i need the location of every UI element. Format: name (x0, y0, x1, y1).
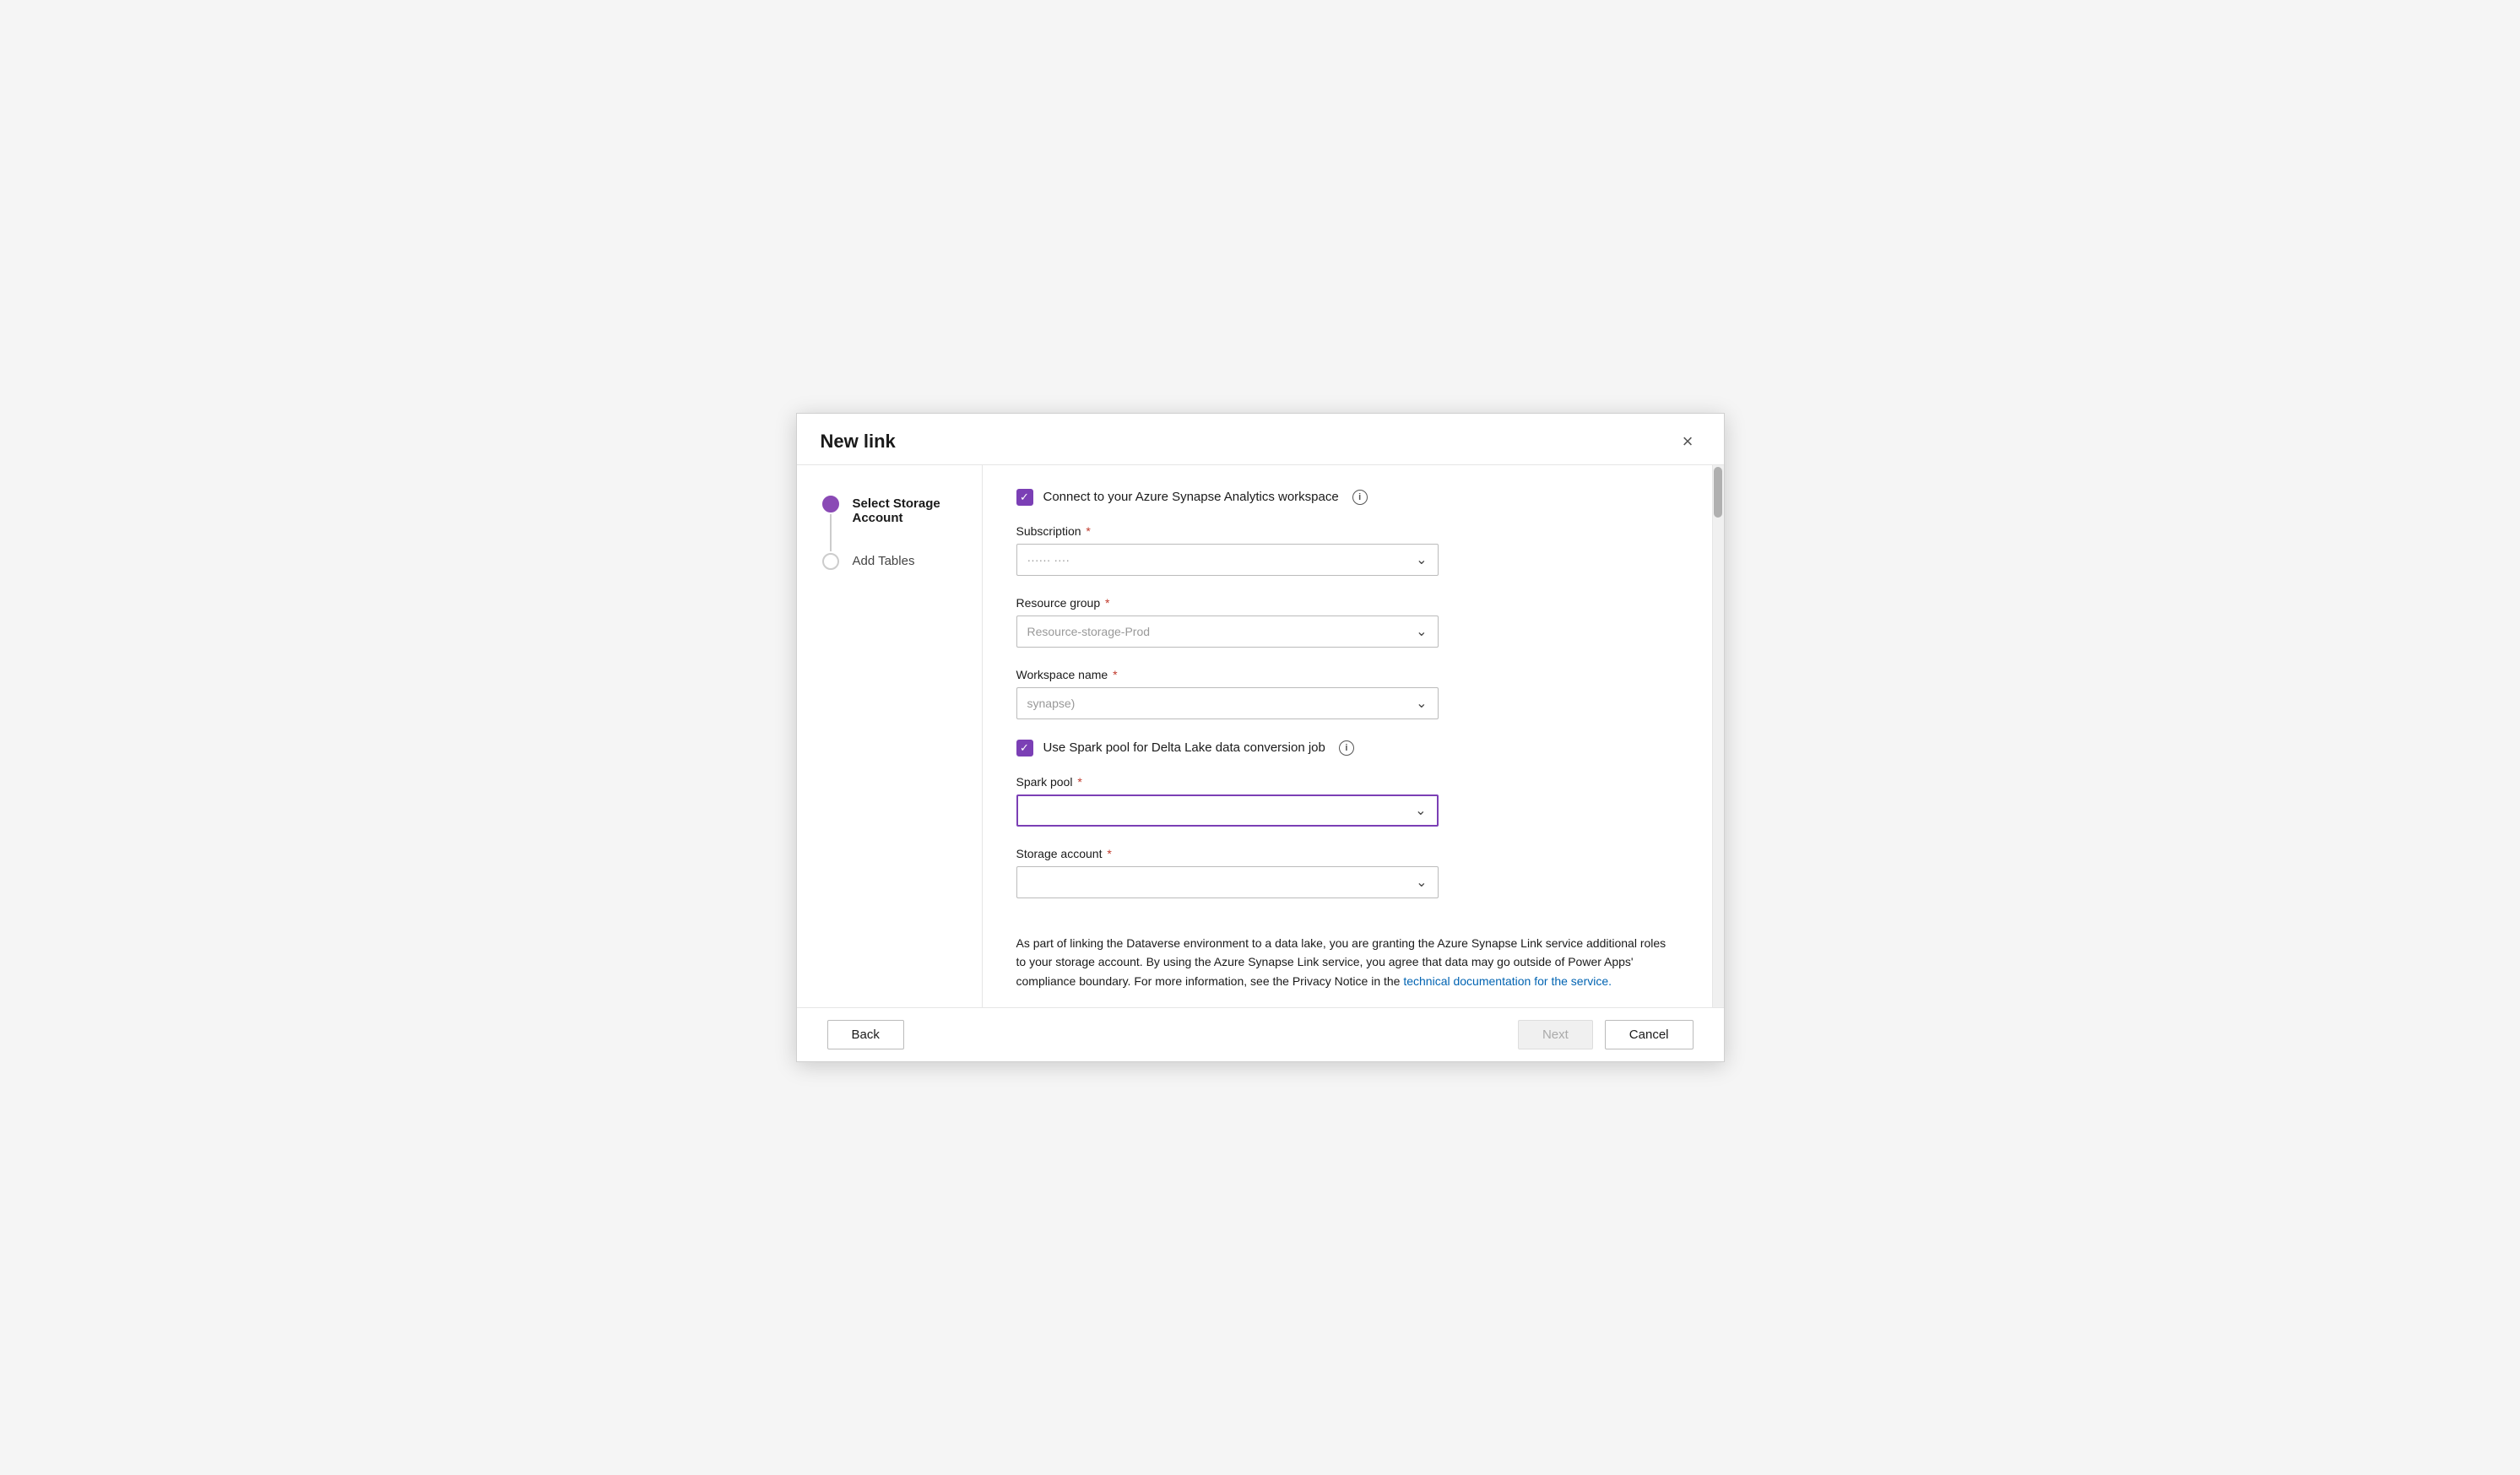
storage-account-chevron-icon: ⌄ (1416, 874, 1427, 891)
connect-synapse-label: Connect to your Azure Synapse Analytics … (1043, 490, 1339, 504)
spark-pool-dropdown[interactable]: ⌄ (1016, 794, 1439, 827)
step-label-add-tables: Add Tables (853, 553, 915, 568)
subscription-label: Subscription * (1016, 524, 1672, 538)
resource-group-label: Resource group * (1016, 596, 1672, 610)
resource-group-value: Resource-storage-Prod (1027, 625, 1151, 638)
back-button[interactable]: Back (827, 1020, 904, 1049)
subscription-chevron-icon: ⌄ (1416, 551, 1427, 568)
resource-group-required-star: * (1102, 596, 1109, 610)
resource-group-dropdown[interactable]: Resource-storage-Prod ⌄ (1016, 615, 1439, 648)
step-select-storage: Select Storage Account (821, 496, 958, 553)
cancel-button[interactable]: Cancel (1605, 1020, 1694, 1049)
workspace-name-label: Workspace name * (1016, 668, 1672, 681)
storage-account-dropdown[interactable]: ⌄ (1016, 866, 1439, 898)
spark-pool-checkmark: ✓ (1020, 742, 1029, 753)
disclaimer-link[interactable]: technical documentation for the service. (1403, 974, 1612, 988)
workspace-name-required-star: * (1109, 668, 1117, 681)
subscription-dropdown[interactable]: ······ ···· ⌄ (1016, 544, 1439, 576)
scrollbar-track[interactable] (1712, 465, 1724, 1007)
subscription-required-star: * (1083, 524, 1091, 538)
connect-synapse-checkbox[interactable]: ✓ (1016, 489, 1033, 506)
step-add-tables: Add Tables (821, 553, 958, 570)
dialog-body: Select Storage Account Add Tables ✓ Conn… (797, 465, 1724, 1007)
scrollbar-thumb[interactable] (1714, 467, 1722, 518)
workspace-name-dropdown[interactable]: synapse) ⌄ (1016, 687, 1439, 719)
workspace-name-value: synapse) (1027, 697, 1076, 710)
spark-pool-checkbox-row: ✓ Use Spark pool for Delta Lake data con… (1016, 740, 1672, 756)
main-content: ✓ Connect to your Azure Synapse Analytic… (983, 465, 1712, 1007)
step-line-1 (830, 514, 832, 551)
new-link-dialog: New link × Select Storage Account Add Ta… (796, 413, 1725, 1062)
next-button[interactable]: Next (1518, 1020, 1593, 1049)
storage-account-label: Storage account * (1016, 847, 1672, 860)
storage-account-form-group: Storage account * ⌄ (1016, 847, 1672, 898)
step-label-select-storage: Select Storage Account (853, 496, 958, 525)
workspace-name-form-group: Workspace name * synapse) ⌄ (1016, 668, 1672, 719)
connect-synapse-checkmark: ✓ (1020, 491, 1029, 502)
workspace-name-chevron-icon: ⌄ (1416, 695, 1427, 712)
step-connector-col-1 (821, 496, 841, 553)
dialog-footer: Back Next Cancel (797, 1007, 1724, 1061)
subscription-value: ······ ···· (1027, 553, 1070, 567)
spark-pool-form-group: Spark pool * ⌄ (1016, 775, 1672, 827)
main-scrollable-area: ✓ Connect to your Azure Synapse Analytic… (983, 465, 1724, 1007)
resource-group-form-group: Resource group * Resource-storage-Prod ⌄ (1016, 596, 1672, 648)
spark-pool-info-icon[interactable]: i (1339, 740, 1354, 756)
subscription-group: Subscription * ······ ···· ⌄ (1016, 524, 1672, 576)
storage-account-required-star: * (1103, 847, 1111, 860)
spark-pool-checkbox[interactable]: ✓ (1016, 740, 1033, 756)
step-circle-1 (822, 496, 839, 512)
step-connector-col-2 (821, 553, 841, 570)
sidebar: Select Storage Account Add Tables (797, 465, 983, 1007)
dialog-header: New link × (797, 414, 1724, 465)
connect-synapse-info-icon[interactable]: i (1352, 490, 1368, 505)
close-button[interactable]: × (1676, 429, 1700, 454)
spark-pool-chevron-icon: ⌄ (1415, 802, 1426, 819)
resource-group-chevron-icon: ⌄ (1416, 623, 1427, 640)
connect-synapse-row: ✓ Connect to your Azure Synapse Analytic… (1016, 489, 1672, 506)
disclaimer-text: As part of linking the Dataverse environ… (1016, 934, 1672, 990)
dialog-title: New link (821, 431, 896, 453)
step-circle-2 (822, 553, 839, 570)
spark-pool-checkbox-label: Use Spark pool for Delta Lake data conve… (1043, 740, 1325, 755)
spark-pool-label: Spark pool * (1016, 775, 1672, 789)
spark-pool-required-star: * (1074, 775, 1081, 789)
